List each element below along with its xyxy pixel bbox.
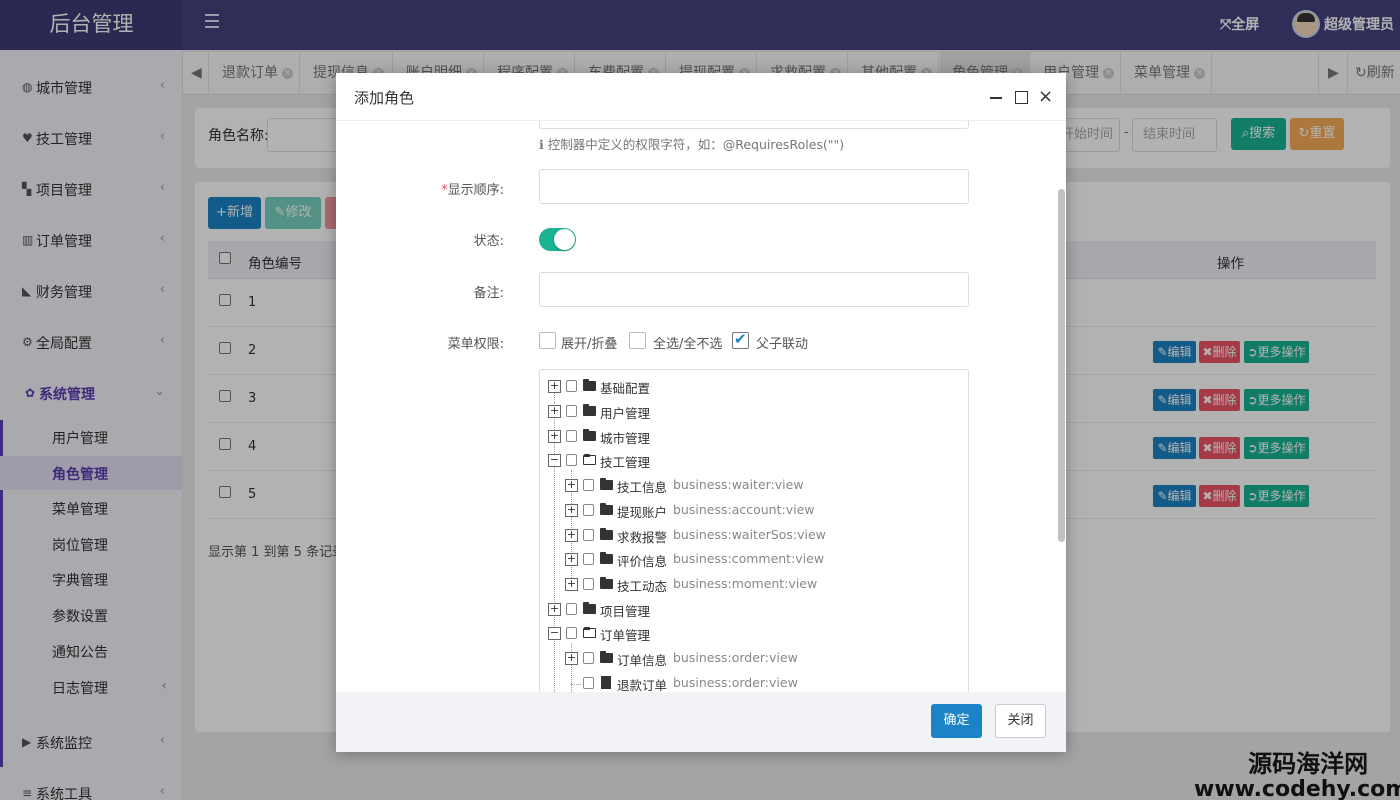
node-checkbox[interactable]	[566, 430, 577, 442]
node-checkbox[interactable]	[583, 479, 594, 491]
folder-icon	[600, 503, 613, 515]
expand-plus-icon[interactable]: +	[565, 504, 578, 517]
close-icon[interactable]: ×	[1038, 86, 1053, 107]
expand-plus-icon[interactable]: +	[565, 578, 578, 591]
modal-scrollbar[interactable]	[1058, 189, 1065, 542]
node-checkbox[interactable]	[566, 627, 577, 639]
watermark-line2: www.codehy.com	[1194, 777, 1400, 800]
node-checkbox[interactable]	[583, 652, 594, 664]
expand-plus-icon[interactable]: +	[548, 380, 561, 393]
node-checkbox[interactable]	[566, 380, 577, 392]
folder-icon	[600, 478, 613, 490]
order-label: *显示顺序:	[441, 183, 504, 198]
folder-icon	[600, 577, 613, 589]
remark-label: 备注:	[473, 286, 504, 301]
node-checkbox[interactable]	[583, 677, 594, 689]
linkage-checkbox[interactable]: ✔	[732, 330, 749, 349]
remark-input[interactable]	[539, 272, 969, 307]
node-checkbox[interactable]	[566, 405, 577, 417]
node-checkbox[interactable]	[583, 504, 594, 516]
modal-header: 添加角色 ×	[336, 73, 1066, 121]
expand-plus-icon[interactable]: +	[548, 405, 561, 418]
modal-body: ℹ 控制器中定义的权限字符，如：@RequiresRoles("") *显示顺序…	[336, 121, 1066, 692]
confirm-button[interactable]: 确定	[931, 704, 982, 738]
close-button[interactable]: 关闭	[995, 704, 1046, 738]
folder-icon	[583, 379, 596, 391]
watermark-line1: 源码海洋网	[1248, 750, 1369, 778]
select-all-checkbox[interactable]	[629, 332, 646, 349]
node-checkbox[interactable]	[583, 553, 594, 565]
collapse-minus-icon[interactable]: −	[548, 627, 561, 640]
expand-plus-icon[interactable]: +	[548, 603, 561, 616]
checkmark-icon: ✔	[734, 330, 747, 348]
status-label: 状态:	[473, 234, 504, 249]
tree-branch-line	[571, 684, 581, 685]
expand-checkbox[interactable]	[539, 332, 556, 349]
maximize-icon[interactable]	[1015, 91, 1028, 104]
expand-plus-icon[interactable]: +	[565, 652, 578, 665]
expand-plus-icon[interactable]: +	[565, 479, 578, 492]
menu-permission-tree: + 基础配置 + 用户管理 + 城市管理 − 技工管理 + 技工信息 business:wa…	[539, 369, 969, 692]
folder-icon	[583, 429, 596, 441]
role-key-hint: ℹ 控制器中定义的权限字符，如：@RequiresRoles("")	[539, 137, 845, 152]
watermark: 源码海洋网 www.codehy.com	[1194, 744, 1400, 800]
status-toggle[interactable]	[539, 228, 576, 251]
folder-icon	[600, 552, 613, 564]
order-input[interactable]	[539, 169, 969, 204]
role-key-input[interactable]	[539, 121, 969, 129]
add-role-modal: 添加角色 × ℹ 控制器中定义的权限字符，如：@RequiresRoles(""…	[336, 73, 1066, 752]
folder-icon	[600, 528, 613, 540]
node-checkbox[interactable]	[583, 578, 594, 590]
modal-footer: 确定 关闭	[336, 692, 1066, 752]
expand-plus-icon[interactable]: +	[565, 529, 578, 542]
minimize-icon[interactable]	[990, 97, 1002, 99]
folder-icon	[583, 404, 596, 416]
folder-icon	[600, 651, 613, 663]
modal-title: 添加角色	[354, 89, 415, 107]
file-icon	[601, 676, 611, 689]
folder-open-icon	[583, 454, 596, 465]
menu-perm-label: 菜单权限:	[447, 337, 504, 352]
node-checkbox[interactable]	[566, 603, 577, 615]
info-icon: ℹ	[539, 137, 548, 152]
expand-plus-icon[interactable]: +	[565, 553, 578, 566]
node-checkbox[interactable]	[583, 529, 594, 541]
collapse-minus-icon[interactable]: −	[548, 454, 561, 467]
folder-icon	[583, 602, 596, 614]
folder-open-icon	[583, 627, 596, 638]
expand-plus-icon[interactable]: +	[548, 430, 561, 443]
node-checkbox[interactable]	[566, 454, 577, 466]
